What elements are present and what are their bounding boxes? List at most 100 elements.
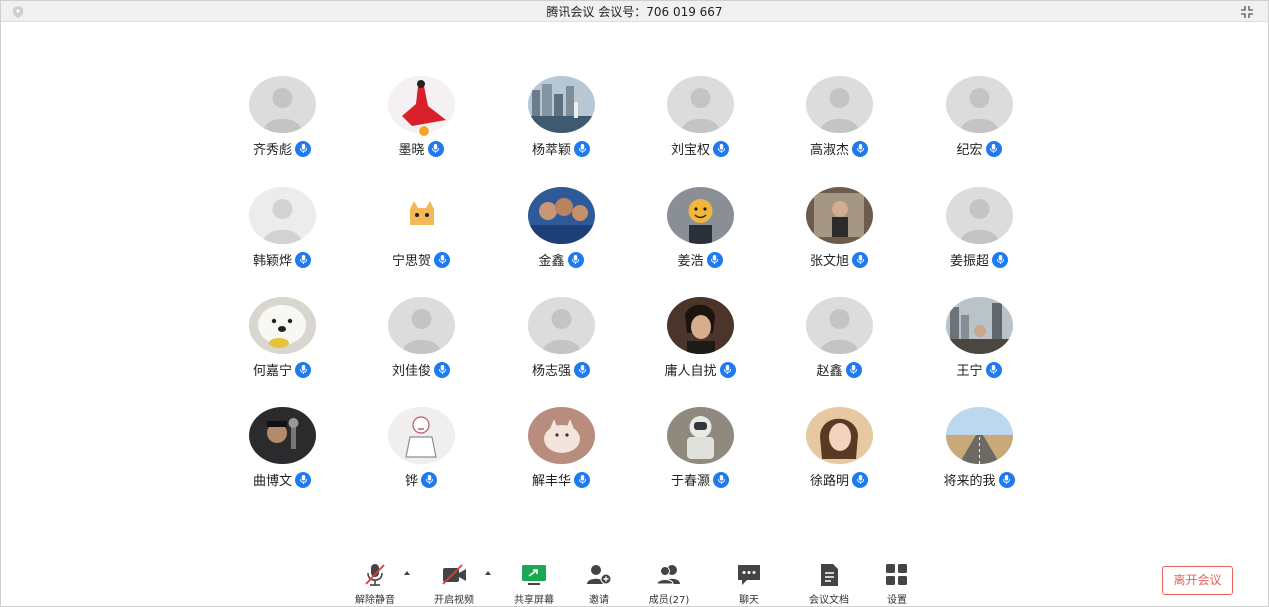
participant-name: 高淑杰 [809, 143, 849, 158]
exit-fullscreen-icon[interactable] [1240, 5, 1254, 19]
audio-options-chevron-up-icon[interactable] [402, 568, 412, 578]
mic-status-icon [852, 251, 868, 268]
mic-status-icon [852, 471, 868, 488]
avatar [667, 297, 734, 354]
mic-status-icon [998, 471, 1015, 488]
participant-tile[interactable]: 姜浩 [650, 187, 750, 287]
microphone-icon [438, 255, 446, 264]
microphone-icon [578, 475, 586, 484]
participant-tile[interactable]: 铧 [371, 407, 471, 507]
microphone-icon [299, 365, 307, 374]
microphone-icon [425, 475, 433, 484]
participant-tile[interactable]: 将来的我 [929, 407, 1029, 507]
microphone-icon [578, 365, 586, 374]
participant-tile[interactable]: 金鑫 [511, 187, 611, 287]
participant-tile[interactable]: 王宁 [929, 297, 1029, 397]
mic-status-icon [574, 361, 590, 378]
mic-status-icon [985, 361, 1002, 378]
participant-tile[interactable]: 高淑杰 [789, 76, 889, 176]
participant-tile[interactable]: 纪宏 [929, 76, 1029, 176]
participant-tile[interactable]: 杨志强 [511, 297, 611, 397]
avatar [249, 297, 316, 354]
participant-name: 铧 [404, 474, 418, 489]
participant-tile[interactable]: 解丰华 [511, 407, 611, 507]
participant-name: 徐路明 [809, 474, 849, 489]
participant-name: 杨萃颖 [531, 143, 571, 158]
avatar [528, 297, 595, 354]
microphone-icon [989, 144, 998, 153]
participant-tile[interactable]: 刘宝权 [650, 76, 750, 176]
settings-button[interactable]: 设置 [867, 562, 927, 606]
mic-status-icon [574, 140, 590, 157]
participant-name-row: 高淑杰 [789, 139, 889, 158]
participant-name-row: 解丰华 [511, 470, 611, 489]
grid-settings-icon [886, 564, 907, 585]
microphone-icon [710, 255, 719, 264]
participant-name: 杨志强 [531, 364, 571, 379]
participant-tile[interactable]: 韩颖烨 [232, 187, 332, 287]
participant-name: 齐秀彪 [252, 143, 292, 158]
mic-status-icon [434, 361, 450, 378]
participant-tile[interactable]: 庸人自扰 [650, 297, 750, 397]
mic-status-icon [706, 251, 723, 268]
participant-name-row: 刘宝权 [650, 139, 750, 158]
participant-tile[interactable]: 刘佳俊 [371, 297, 471, 397]
participant-name: 解丰华 [531, 474, 571, 489]
meeting-docs-label: 会议文档 [809, 595, 849, 606]
participant-tile[interactable]: 张文旭 [789, 187, 889, 287]
microphone-icon [717, 144, 725, 153]
participant-tile[interactable]: 何嘉宁 [232, 297, 332, 397]
microphone-icon [578, 144, 586, 153]
participant-name-row: 王宁 [929, 360, 1029, 379]
participant-name: 于春灏 [670, 474, 710, 489]
participant-name-row: 姜振超 [929, 250, 1029, 269]
mic-status-icon [985, 140, 1002, 157]
participant-name: 庸人自扰 [664, 364, 717, 379]
avatar [528, 76, 595, 133]
participant-tile[interactable]: 墨晓 [371, 76, 471, 176]
participant-name: 王宁 [956, 364, 983, 379]
avatar [806, 187, 873, 244]
mic-status-icon [421, 471, 437, 488]
mic-status-icon [713, 140, 729, 157]
participant-tile[interactable]: 宁思贺 [371, 187, 471, 287]
avatar [528, 407, 595, 464]
participant-name: 曲博文 [252, 474, 292, 489]
meeting-docs-button[interactable]: 会议文档 [799, 562, 859, 606]
members-label: 成员(27) [648, 595, 690, 606]
chat-button[interactable]: 聊天 [719, 562, 779, 606]
participant-name-row: 韩颖烨 [232, 250, 332, 269]
participant-name: 宁思贺 [391, 254, 431, 269]
participant-tile[interactable]: 于春灏 [650, 407, 750, 507]
leave-meeting-button[interactable]: 离开会议 [1162, 566, 1233, 595]
members-button[interactable]: 成员(27) [639, 562, 699, 606]
start-video-button[interactable]: 开启视频 [424, 562, 484, 606]
participant-name: 刘佳俊 [391, 364, 431, 379]
participant-name: 金鑫 [538, 254, 565, 269]
participant-name: 何嘉宁 [252, 364, 292, 379]
avatar [946, 187, 1013, 244]
microphone-icon [856, 475, 864, 484]
participant-tile[interactable]: 姜振超 [929, 187, 1029, 287]
invite-label: 邀请 [589, 595, 609, 606]
unmute-button[interactable]: 解除静音 [345, 562, 405, 606]
unmute-label: 解除静音 [355, 595, 395, 606]
participant-name-row: 庸人自扰 [650, 360, 750, 379]
bottom-toolbar: 解除静音 开启视频 共享屏幕 邀请 成员(27) 聊天 会议文档 设置 [1, 556, 1268, 606]
participant-name-row: 刘佳俊 [371, 360, 471, 379]
share-screen-button[interactable]: 共享屏幕 [504, 562, 564, 606]
microphone-icon [856, 255, 864, 264]
avatar [528, 187, 595, 244]
participant-tile[interactable]: 徐路明 [789, 407, 889, 507]
avatar [388, 187, 455, 244]
participant-tile[interactable]: 齐秀彪 [232, 76, 332, 176]
add-person-icon [587, 565, 612, 585]
invite-button[interactable]: 邀请 [569, 562, 629, 606]
settings-label: 设置 [887, 595, 907, 606]
participant-tile[interactable]: 曲博文 [232, 407, 332, 507]
video-options-chevron-up-icon[interactable] [483, 568, 493, 578]
participant-tile[interactable]: 杨萃颖 [511, 76, 611, 176]
participant-name-row: 徐路明 [789, 470, 889, 489]
mic-status-icon [295, 251, 311, 268]
participant-tile[interactable]: 赵鑫 [789, 297, 889, 397]
